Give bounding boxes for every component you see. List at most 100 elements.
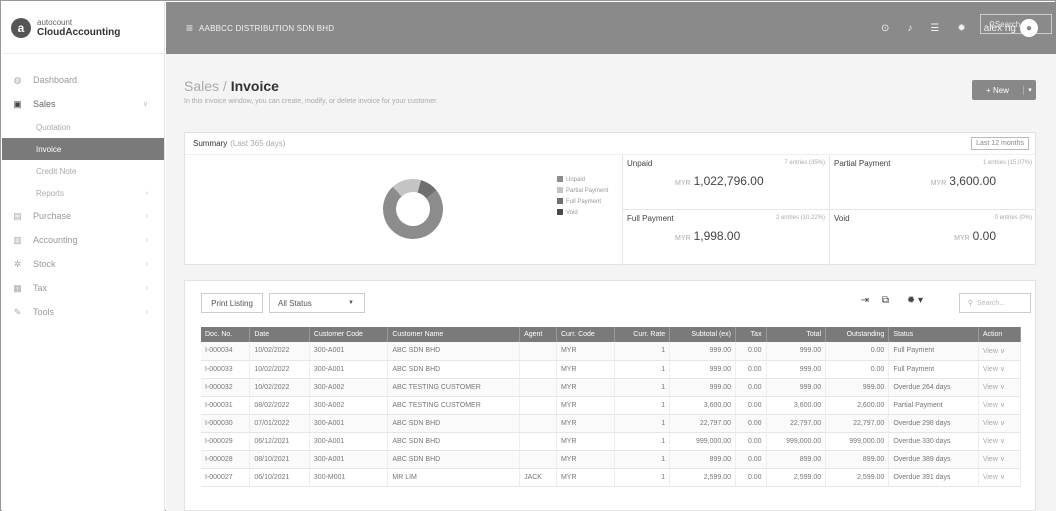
table-cell [519, 414, 557, 433]
sidebar-subitem-quotation[interactable]: Quotation [2, 116, 164, 138]
column-header[interactable]: Outstanding [825, 327, 890, 342]
table-cell[interactable]: View ∨ [978, 450, 1022, 469]
sidebar-item-sales[interactable]: ▣ Sales ∨ [2, 92, 164, 116]
column-header[interactable]: Subtotal (ex) [669, 327, 736, 342]
last-12-months-button[interactable]: Last 12 months [971, 137, 1029, 150]
new-invoice-button[interactable]: + New ▾ [972, 80, 1036, 100]
table-cell[interactable]: View ∨ [978, 378, 1022, 397]
table-cell[interactable]: View ∨ [978, 432, 1022, 451]
table-cell[interactable]: View ∨ [978, 468, 1022, 487]
print-listing-button[interactable]: Print Listing [201, 293, 263, 313]
sidebar-item-tools[interactable]: ✎ Tools › [2, 300, 164, 324]
table-cell: 07/01/2022 [249, 414, 310, 433]
sidebar-subitem-reports[interactable]: Reports › [2, 182, 164, 204]
status-filter-value: All Status [278, 298, 312, 308]
sidebar-item-accounting[interactable]: ▥ Accounting › [2, 228, 164, 252]
table-cell: JACK [519, 468, 557, 487]
avatar[interactable]: ● [1020, 19, 1038, 37]
search-input[interactable]: ⚲ Search... [959, 293, 1031, 313]
breadcrumb-sales[interactable]: Sales / [184, 78, 231, 94]
table-cell: 3,600.00 [766, 396, 827, 415]
table-row[interactable]: I-000029 06/12/2021 300-A001 ABC SDN BHD MYR… [201, 432, 1022, 451]
table-row[interactable]: I-000030 07/01/2022 300-A001 ABC SDN BHD MYR… [201, 414, 1022, 433]
sidebar-item-stock[interactable]: ✲ Stock › [2, 252, 164, 276]
chevron-right-icon: › [145, 189, 148, 197]
table-cell: ABC SDN BHD [387, 342, 521, 361]
stat-unpaid[interactable]: Unpaid 7 entries (35%) MYR 1,022,796.00 [622, 155, 829, 210]
summary-range: (Last 365 days) [230, 139, 286, 148]
status-filter-select[interactable]: All Status ▼ [269, 293, 365, 313]
table-cell[interactable]: View ∨ [978, 396, 1022, 415]
sidebar-item-dashboard[interactable]: ◍ Dashboard [2, 68, 164, 92]
table-cell: 1 [614, 450, 671, 469]
stat-full-payment[interactable]: Full Payment 2 entries (10.22%) MYR 1,998… [622, 210, 829, 265]
stat-partial-payment[interactable]: Partial Payment 1 entries (15.07%) MYR 3,… [829, 155, 1036, 210]
accounting-icon: ▥ [13, 234, 22, 245]
table-cell: 0.00 [825, 342, 890, 361]
column-header[interactable]: Customer Name [387, 327, 521, 342]
column-header[interactable]: Action [978, 327, 1022, 342]
table-cell: 899.00 [766, 450, 827, 469]
table-cell: 300-A002 [309, 396, 389, 415]
table-cell: I-000029 [201, 432, 251, 451]
chevron-down-icon[interactable]: ▾ [1024, 86, 1036, 94]
help-icon[interactable]: ⊙ [881, 23, 889, 34]
table-cell: 0.00 [735, 378, 767, 397]
table-row[interactable]: I-000031 08/02/2022 300-A002 ABC TESTING CU… [201, 396, 1022, 415]
table-cell: 999.00 [825, 378, 890, 397]
table-cell: ABC SDN BHD [387, 360, 521, 379]
gear-icon[interactable]: ✹ [957, 23, 965, 34]
list-icon[interactable]: ☰ [930, 23, 939, 34]
table-cell: I-000033 [201, 360, 251, 379]
sidebar-item-tax[interactable]: ▦ Tax › [2, 276, 164, 300]
table-cell: Overdue 330 days [888, 432, 979, 451]
chevron-down-icon: ∨ [142, 101, 148, 108]
notification-bell-icon[interactable]: ♪ [907, 23, 912, 34]
column-header[interactable]: Date [249, 327, 310, 342]
settings-dropdown-icon[interactable]: ✹ ▾ [907, 295, 923, 306]
table-cell: 899.00 [669, 450, 736, 469]
stat-void[interactable]: Void 0 entries (0%) MYR 0.00 [829, 210, 1036, 265]
sidebar-subitem-label: Reports [36, 188, 65, 198]
table-cell: I-000030 [201, 414, 251, 433]
hamburger-menu-icon[interactable]: ≡ [186, 21, 193, 35]
table-cell: ABC SDN BHD [387, 450, 521, 469]
table-cell: 999.00 [669, 378, 736, 397]
column-header[interactable]: Curr. Code [556, 327, 615, 342]
table-row[interactable]: I-000033 10/02/2022 300-A001 ABC SDN BHD MYR… [201, 360, 1022, 379]
import-icon[interactable]: ⇥ [861, 295, 869, 306]
table-cell[interactable]: View ∨ [978, 360, 1022, 379]
column-header[interactable]: Status [888, 327, 979, 342]
column-header[interactable]: Doc. No. [201, 327, 251, 342]
column-header[interactable]: Agent [519, 327, 557, 342]
company-selector[interactable]: AABBCC DISTRIBUTION SDN BHD [199, 24, 334, 33]
table-cell[interactable]: View ∨ [978, 342, 1022, 361]
table-row[interactable]: I-000032 10/02/2022 300-A002 ABC TESTING CU… [201, 378, 1022, 397]
donut-slice-unpaid[interactable] [383, 186, 443, 239]
sales-icon: ▣ [13, 98, 22, 109]
table-row[interactable]: I-000034 10/02/2022 300-A001 ABC SDN BHD MYR… [201, 342, 1022, 361]
sidebar-subitem-credit-note[interactable]: Credit Note [2, 160, 164, 182]
table-cell: 06/10/2021 [249, 468, 310, 487]
copy-icon[interactable]: ⧉ [882, 295, 889, 306]
column-header[interactable]: Customer Code [309, 327, 389, 342]
table-cell[interactable]: View ∨ [978, 414, 1022, 433]
brand[interactable]: a autocount CloudAccounting [2, 2, 164, 54]
table-cell: 0.00 [825, 360, 890, 379]
sidebar-item-purchase[interactable]: ▤ Purchase › [2, 204, 164, 228]
user-name[interactable]: alex ng [984, 23, 1016, 34]
column-header[interactable]: Tax [735, 327, 767, 342]
table-cell: 1 [614, 342, 671, 361]
chevron-right-icon: › [145, 284, 148, 292]
table-cell: 1 [614, 468, 671, 487]
tools-icon: ✎ [13, 306, 22, 317]
table-cell: MYR [556, 414, 615, 433]
table-row[interactable]: I-000027 06/10/2021 300-M001 MR LIM JACK MYR 1… [201, 468, 1022, 487]
table-cell: 3,600.00 [669, 396, 736, 415]
column-header[interactable]: Total [766, 327, 827, 342]
column-header[interactable]: Curr. Rate [614, 327, 671, 342]
table-row[interactable]: I-000028 08/10/2021 300-A001 ABC SDN BHD MYR… [201, 450, 1022, 469]
table-cell: 999.00 [669, 360, 736, 379]
sidebar-subitem-invoice[interactable]: Invoice [2, 138, 164, 160]
table-cell: ABC SDN BHD [387, 414, 521, 433]
